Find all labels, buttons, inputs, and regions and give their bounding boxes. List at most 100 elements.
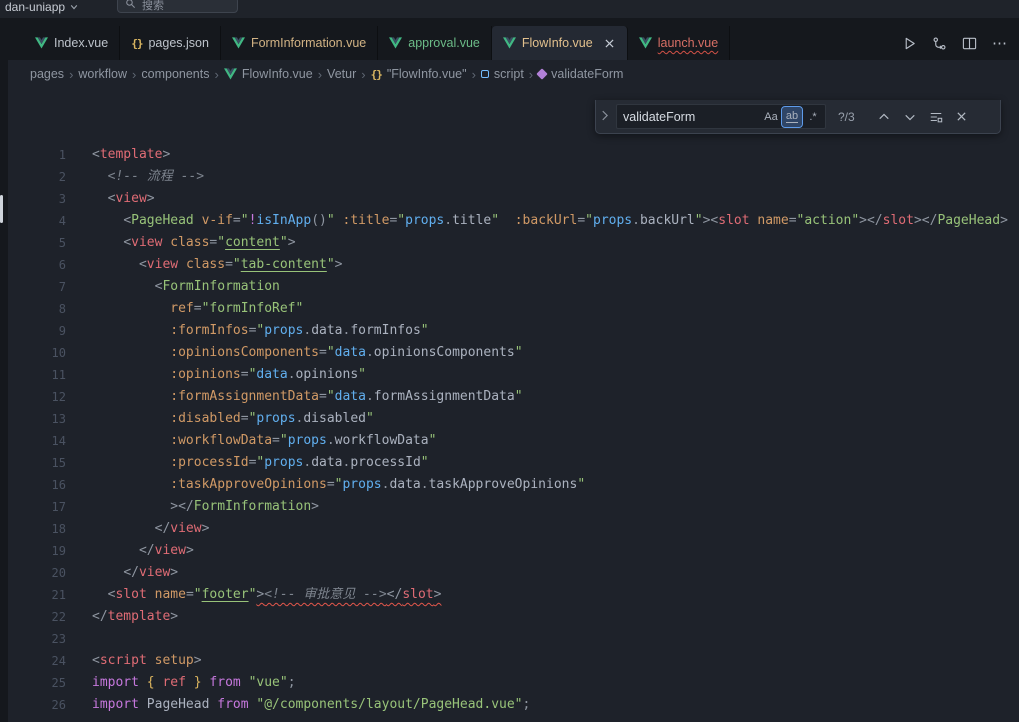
breadcrumb-item-pages[interactable]: pages	[30, 67, 64, 81]
code-line: 11 :opinions="data.opinions"	[8, 364, 1019, 386]
code-token: =	[577, 213, 585, 228]
breadcrumb-item-flowinfo-vue[interactable]: FlowInfo.vue	[224, 67, 313, 81]
line-number: 23	[8, 628, 66, 650]
line-number: 9	[8, 320, 66, 342]
code-token: :disabled	[170, 411, 240, 426]
find-next-button[interactable]	[899, 106, 921, 128]
line-number: 2	[8, 166, 66, 188]
code-token: <	[92, 147, 100, 162]
code-token: .	[366, 345, 374, 360]
code-token: >	[162, 147, 170, 162]
search-icon	[125, 0, 136, 12]
tab-launch-vue[interactable]: launch.vue	[628, 26, 730, 60]
window-title-menu[interactable]: dan-uniapp	[5, 0, 78, 16]
code-token: tab-content	[241, 257, 327, 272]
close-find-button[interactable]	[951, 106, 973, 128]
breadcrumb-item-components[interactable]: components	[141, 67, 209, 81]
code-token: "	[280, 235, 288, 250]
code-token: opinionsComponents	[374, 345, 515, 360]
code-text: <view>	[92, 188, 155, 210]
more-button[interactable]: ⋯	[992, 36, 1007, 51]
line-number: 13	[8, 408, 66, 430]
code-token: view	[147, 257, 178, 272]
line-number: 1	[8, 144, 66, 166]
vue-icon	[389, 37, 402, 49]
line-number: 3	[8, 188, 66, 210]
line-number: 10	[8, 342, 66, 364]
tab-flowinfo-vue[interactable]: FlowInfo.vue	[492, 26, 628, 60]
code-token	[194, 213, 202, 228]
code-token: ()	[311, 213, 327, 228]
split-editor-button[interactable]	[962, 36, 977, 51]
code-token: }	[194, 675, 202, 690]
tab-approval-vue[interactable]: approval.vue	[378, 26, 492, 60]
code-token: >	[194, 653, 202, 668]
line-number: 5	[8, 232, 66, 254]
whole-word-button[interactable]: ab	[782, 107, 802, 127]
code-token: props	[256, 411, 295, 426]
open-changes-button[interactable]	[932, 36, 947, 51]
code-text: </view>	[92, 562, 178, 584]
code-token: backUrl	[640, 213, 695, 228]
code-token: .	[288, 367, 296, 382]
code-text: :opinionsComponents="data.opinionsCompon…	[92, 342, 523, 364]
code-token: FormInformation	[162, 279, 279, 294]
breadcrumb-item-flowinfo-vue[interactable]: {}"FlowInfo.vue"	[371, 67, 467, 81]
code-text: <view class="content">	[92, 232, 296, 254]
code-line: 13 :disabled="props.disabled"	[8, 408, 1019, 430]
code-token: "	[397, 213, 405, 228]
code-text: ></FormInformation>	[92, 496, 319, 518]
run-button[interactable]	[902, 36, 917, 51]
tab-pages-json[interactable]: {}pages.json	[120, 26, 221, 60]
code-token: =	[319, 389, 327, 404]
close-icon[interactable]	[603, 37, 616, 50]
code-token: >	[170, 565, 178, 580]
code-token: "	[429, 433, 437, 448]
tab-label: approval.vue	[408, 36, 480, 50]
chevron-down-icon	[70, 0, 78, 14]
code-token: </	[387, 587, 403, 602]
command-center-search[interactable]: 搜索	[117, 0, 238, 13]
code-token: data	[389, 477, 420, 492]
breadcrumb-item-validateform[interactable]: validateForm	[538, 67, 623, 81]
match-case-button[interactable]: Aa	[761, 107, 781, 127]
code-line: 15 :processId="props.data.processId"	[8, 452, 1019, 474]
tab-forminformation-vue[interactable]: FormInformation.vue	[221, 26, 378, 60]
breadcrumb-item-vetur[interactable]: Vetur	[327, 67, 356, 81]
breadcrumb-item-workflow[interactable]: workflow	[78, 67, 127, 81]
find-input[interactable]	[623, 110, 760, 124]
code-token: setup	[155, 653, 194, 668]
code-token: =	[241, 411, 249, 426]
find-in-selection-button[interactable]	[925, 106, 947, 128]
breadcrumb-separator: ›	[529, 67, 533, 82]
breadcrumb-item-script[interactable]: script	[481, 67, 524, 81]
regex-button[interactable]: .*	[803, 107, 823, 127]
tabs: Index.vue{}pages.jsonFormInformation.vue…	[24, 26, 730, 60]
code-token: :taskApproveOpinions	[170, 477, 327, 492]
code-token: <!-- 流程 -->	[108, 169, 204, 184]
vue-icon	[503, 37, 516, 49]
code-token: ref	[170, 301, 193, 316]
toggle-replace-button[interactable]	[596, 100, 612, 133]
code-line: 3 <view>	[8, 188, 1019, 210]
code-line: 22</template>	[8, 606, 1019, 628]
code-line: 12 :formAssignmentData="data.formAssignm…	[8, 386, 1019, 408]
code-token: import	[92, 697, 139, 712]
code-text: <slot name="footer"><!-- 审批意见 --></slot>	[92, 584, 441, 606]
find-previous-button[interactable]	[873, 106, 895, 128]
code-line: 5 <view class="content">	[8, 232, 1019, 254]
code-token: view	[139, 565, 170, 580]
code-token: props	[264, 455, 303, 470]
line-number: 17	[8, 496, 66, 518]
tab-index-vue[interactable]: Index.vue	[24, 26, 120, 60]
code-token	[335, 213, 343, 228]
code-token: formInfos	[350, 323, 420, 338]
code-token: title	[452, 213, 491, 228]
code-token: >	[1000, 213, 1008, 228]
code-token: "	[358, 367, 366, 382]
code-editor[interactable]: 1<template>2 <!-- 流程 -->3 <view>4 <PageH…	[8, 88, 1019, 722]
code-line: 14 :workflowData="props.workflowData"	[8, 430, 1019, 452]
code-token: data	[311, 323, 342, 338]
line-number: 22	[8, 606, 66, 628]
code-token: script	[100, 653, 147, 668]
